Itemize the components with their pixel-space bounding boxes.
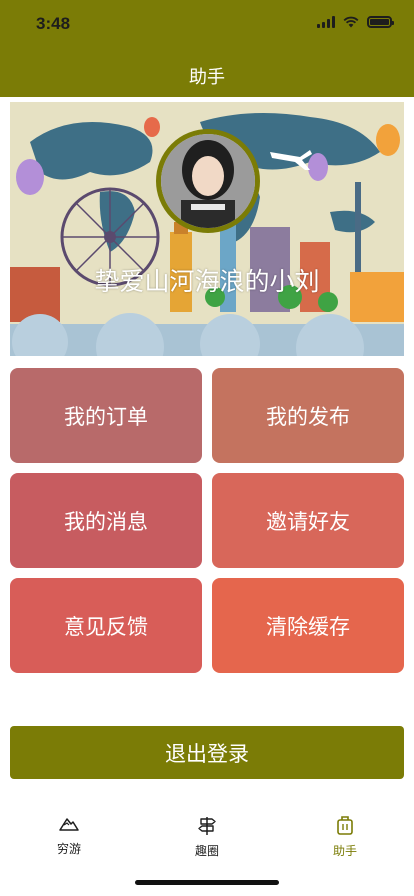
tab-label: 趣圈	[194, 844, 219, 858]
my-messages-button[interactable]: 我的消息	[10, 473, 202, 568]
tab-travel[interactable]: 穷游	[24, 814, 114, 857]
invite-friends-button[interactable]: 邀请好友	[212, 473, 404, 568]
wifi-icon	[343, 16, 359, 28]
profile-banner: 挚爱山河海浪的小刘	[10, 102, 404, 356]
clear-cache-button[interactable]: 清除缓存	[212, 578, 404, 673]
feedback-button[interactable]: 意见反馈	[10, 578, 202, 673]
tab-label: 穷游	[56, 842, 81, 856]
tab-circle[interactable]: 趣圈	[162, 814, 252, 859]
page-title: 助手	[189, 67, 225, 88]
battery-icon	[367, 16, 394, 28]
menu-grid: 我的订单 我的发布 我的消息 邀请好友 意见反馈 清除缓存	[10, 368, 404, 673]
tab-label: 助手	[332, 844, 357, 858]
tab-assistant[interactable]: 助手	[300, 814, 390, 859]
avatar-photo	[161, 134, 255, 228]
home-indicator	[135, 880, 279, 885]
my-orders-button[interactable]: 我的订单	[10, 368, 202, 463]
status-time: 3:48	[36, 14, 71, 33]
mountain-icon	[59, 818, 79, 831]
signal-icon	[317, 16, 335, 28]
logout-button[interactable]: 退出登录	[10, 726, 404, 779]
top-bar: 3:48 助手	[0, 0, 414, 97]
luggage-icon	[337, 816, 353, 835]
my-posts-button[interactable]: 我的发布	[212, 368, 404, 463]
avatar[interactable]	[156, 129, 260, 233]
username: 挚爱山河海浪的小刘	[94, 267, 320, 296]
signpost-icon	[198, 817, 216, 835]
status-icons	[317, 16, 394, 28]
